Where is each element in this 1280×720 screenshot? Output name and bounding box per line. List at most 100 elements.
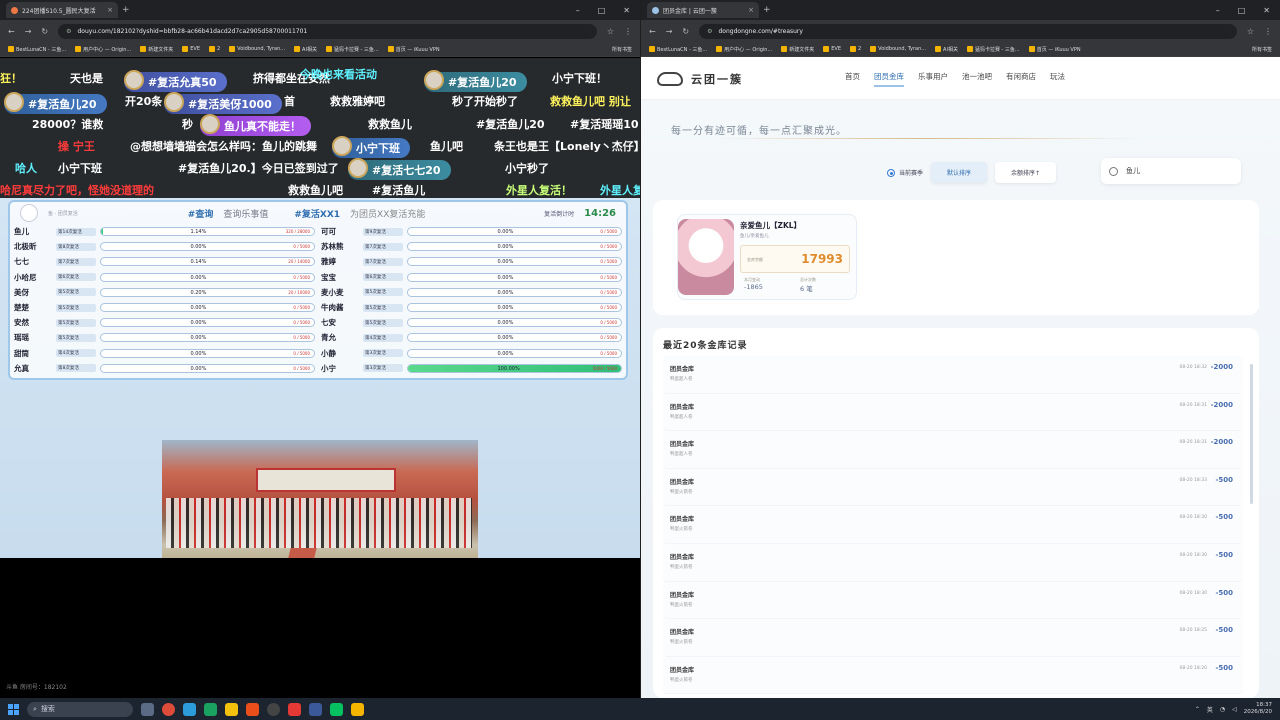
ime-indicator[interactable]: 英 <box>1207 705 1213 714</box>
record-row[interactable]: 团员金库 鸭蛋火箭卷 08-20 18:30 -500 <box>663 543 1243 582</box>
back-icon[interactable]: ← <box>8 27 15 36</box>
volume-icon[interactable]: ◁ <box>1232 706 1237 713</box>
bookmark-star-icon[interactable]: ☆ <box>1247 27 1254 36</box>
close-window-icon[interactable]: ✕ <box>623 6 630 15</box>
record-row[interactable]: 团员金库 鸭蛋超人卷 08-20 18:32 -2000 <box>663 356 1243 394</box>
new-tab-icon[interactable]: + <box>122 5 130 15</box>
menu-icon[interactable]: ⋮ <box>624 27 632 36</box>
record-row[interactable]: 团员金库 鸭蛋火箭卷 08-20 18:20 -500 <box>663 656 1243 695</box>
bookmark-star-icon[interactable]: ☆ <box>607 27 614 36</box>
danmu: 操 宁王 <box>58 140 95 153</box>
edge-icon[interactable] <box>183 702 196 716</box>
record-row[interactable]: 团员金库 鸭蛋超人卷 08-20 18:31 -2000 <box>663 393 1243 432</box>
nav-gameplay[interactable]: 玩法 <box>1050 71 1065 87</box>
close-tab-icon[interactable]: × <box>107 6 113 14</box>
bookmark-item[interactable]: AI相关 <box>294 46 317 53</box>
folder-icon[interactable] <box>351 702 364 716</box>
app-icon[interactable] <box>246 702 259 716</box>
bookmark-item[interactable]: 猛犸卡拉赛 - 三鱼... <box>325 46 379 53</box>
tray-chevron-icon[interactable]: ⌃ <box>1195 706 1200 713</box>
forward-icon[interactable]: → <box>666 27 673 36</box>
browser-tab[interactable]: 团员金库 | 云团一簇 × <box>647 2 759 18</box>
bookmark-item[interactable]: EVE <box>823 46 841 52</box>
browser-tab[interactable]: 224团播S10.5_圆民大复活 × <box>6 2 118 18</box>
app-icon[interactable] <box>225 702 238 716</box>
record-item: 鸭蛋火箭卷 <box>670 640 693 646</box>
sort-balance-button[interactable]: 余额排序↑ <box>995 162 1057 183</box>
bookmark-item[interactable]: BestLunaCN - 三鱼... <box>8 46 66 53</box>
new-tab-icon[interactable]: + <box>763 5 771 15</box>
gift-badge: #复活美伢1000 <box>164 92 282 114</box>
nav-users[interactable]: 乐事用户 <box>918 71 948 87</box>
record-row[interactable]: 团员金库 鸭蛋火箭卷 08-20 18:30 -500 <box>663 581 1243 620</box>
bookmark-item[interactable]: AI相关 <box>935 46 958 53</box>
nav-shop[interactable]: 有闲商店 <box>1006 71 1036 87</box>
bookmark-item[interactable]: 2 <box>208 46 220 52</box>
records-scrollbar[interactable] <box>1250 364 1253 504</box>
record-row[interactable]: 团员金库 鸭蛋火箭卷 08-20 18:33 -500 <box>663 468 1243 507</box>
nav-treasury[interactable]: 团员金库 <box>874 71 904 87</box>
app-icon[interactable] <box>288 702 301 716</box>
app-icon[interactable] <box>309 702 322 716</box>
member-card[interactable]: 亲爱鱼儿【ZKL】 鱼儿/亲爱鱼儿 金库余额 17993 本月变动 -1865 … <box>677 214 857 300</box>
address-bar[interactable]: ⚙ dongdongne.com/#treasury <box>699 23 1237 39</box>
member-row: 小静 第3次复活 0.00% 0 / 5000 <box>321 346 622 361</box>
live-stream-view[interactable]: 狂！ 天也是 挤得都坐在安然 今晚也来看活动 小宁下班！ 开20条 首 救救雅婷… <box>0 58 640 558</box>
photo-crowd <box>166 498 472 548</box>
revival-level: 第8次复活 <box>56 364 96 373</box>
taskbar-search[interactable]: ⌕ 搜索 <box>27 701 133 717</box>
bookmark-item[interactable]: 新建文件夹 <box>140 46 173 53</box>
site-info-icon[interactable]: ⚙ <box>66 28 71 35</box>
record-amount: -500 <box>1215 475 1233 484</box>
bookmark-item[interactable]: 2 <box>849 46 861 52</box>
bookmark-item[interactable]: 用户中心 — Origin... <box>75 46 131 53</box>
address-bar[interactable]: ⚙ douyu.com/182102?dyshid=bbfb28-ac66b41… <box>58 23 597 39</box>
progress-count: 0 / 5000 <box>600 320 617 326</box>
bookmark-item[interactable]: 首页 — iKuuu VPN <box>387 46 440 53</box>
all-bookmarks[interactable]: 所有书签 <box>1252 46 1272 53</box>
task-view-icon[interactable] <box>141 702 154 716</box>
bookmark-item[interactable]: Voidbound, Tyran... <box>870 46 926 52</box>
forward-icon[interactable]: → <box>25 27 32 36</box>
app-icon[interactable] <box>267 702 280 716</box>
record-row[interactable]: 团员金库 鸭蛋火箭卷 08-20 18:30 -500 <box>663 506 1243 544</box>
app-icon[interactable] <box>204 702 217 716</box>
bookmark-item[interactable]: 猛犸卡拉赛 - 三鱼... <box>966 46 1020 53</box>
bookmark-item[interactable]: 首页 — iKuuu VPN <box>1028 46 1081 53</box>
site-info-icon[interactable]: ⚙ <box>707 28 712 35</box>
season-radio[interactable]: 当前赛季 <box>887 168 923 178</box>
nav-home[interactable]: 首页 <box>845 71 860 87</box>
sort-default-button[interactable]: 默认排序 <box>931 162 988 183</box>
record-row[interactable]: 团员金库 鸭蛋火箭卷 08-20 18:25 -500 <box>663 619 1243 657</box>
danmu: 天也是 <box>70 72 103 85</box>
progress-bar: 0.00% 0 / 5000 <box>407 348 622 358</box>
progress-count: 0 / 5000 <box>600 274 617 280</box>
progress-count: 0 / 5000 <box>293 244 310 250</box>
bookmark-item[interactable]: EVE <box>182 46 200 52</box>
maximize-icon[interactable]: □ <box>598 6 606 15</box>
chrome-icon[interactable] <box>162 702 175 716</box>
back-icon[interactable]: ← <box>649 27 656 36</box>
nav-pool[interactable]: 池一池吧 <box>962 71 992 87</box>
bookmark-item[interactable]: 用户中心 — Origin... <box>716 46 772 53</box>
minimize-icon[interactable]: – <box>576 6 580 15</box>
minimize-icon[interactable]: – <box>1216 6 1220 15</box>
close-window-icon[interactable]: ✕ <box>1263 6 1270 15</box>
menu-icon[interactable]: ⋮ <box>1264 27 1272 36</box>
windows-start-icon[interactable] <box>8 703 19 715</box>
maximize-icon[interactable]: □ <box>1238 6 1246 15</box>
wechat-icon[interactable] <box>330 702 343 716</box>
bookmark-item[interactable]: 新建文件夹 <box>781 46 814 53</box>
member-search-input[interactable]: 鱼儿 <box>1101 158 1241 184</box>
bookmark-item[interactable]: BestLunaCN - 三鱼... <box>649 46 707 53</box>
record-row[interactable]: 团员金库 鸭蛋超人卷 08-20 18:31 -2000 <box>663 431 1243 469</box>
bookmark-item[interactable]: Voidbound, Tyran... <box>229 46 285 52</box>
all-bookmarks[interactable]: 所有书签 <box>612 46 632 53</box>
reload-icon[interactable]: ↻ <box>682 27 689 36</box>
network-icon[interactable]: ◔ <box>1220 706 1225 713</box>
clock[interactable]: 18:37 2026/8/20 <box>1244 702 1272 716</box>
close-tab-icon[interactable]: × <box>748 6 754 14</box>
reload-icon[interactable]: ↻ <box>41 27 48 36</box>
site-brand[interactable]: 云团一簇 <box>657 71 743 87</box>
member-row: 楚楚 第5次复活 0.00% 0 / 5000 <box>14 300 315 315</box>
